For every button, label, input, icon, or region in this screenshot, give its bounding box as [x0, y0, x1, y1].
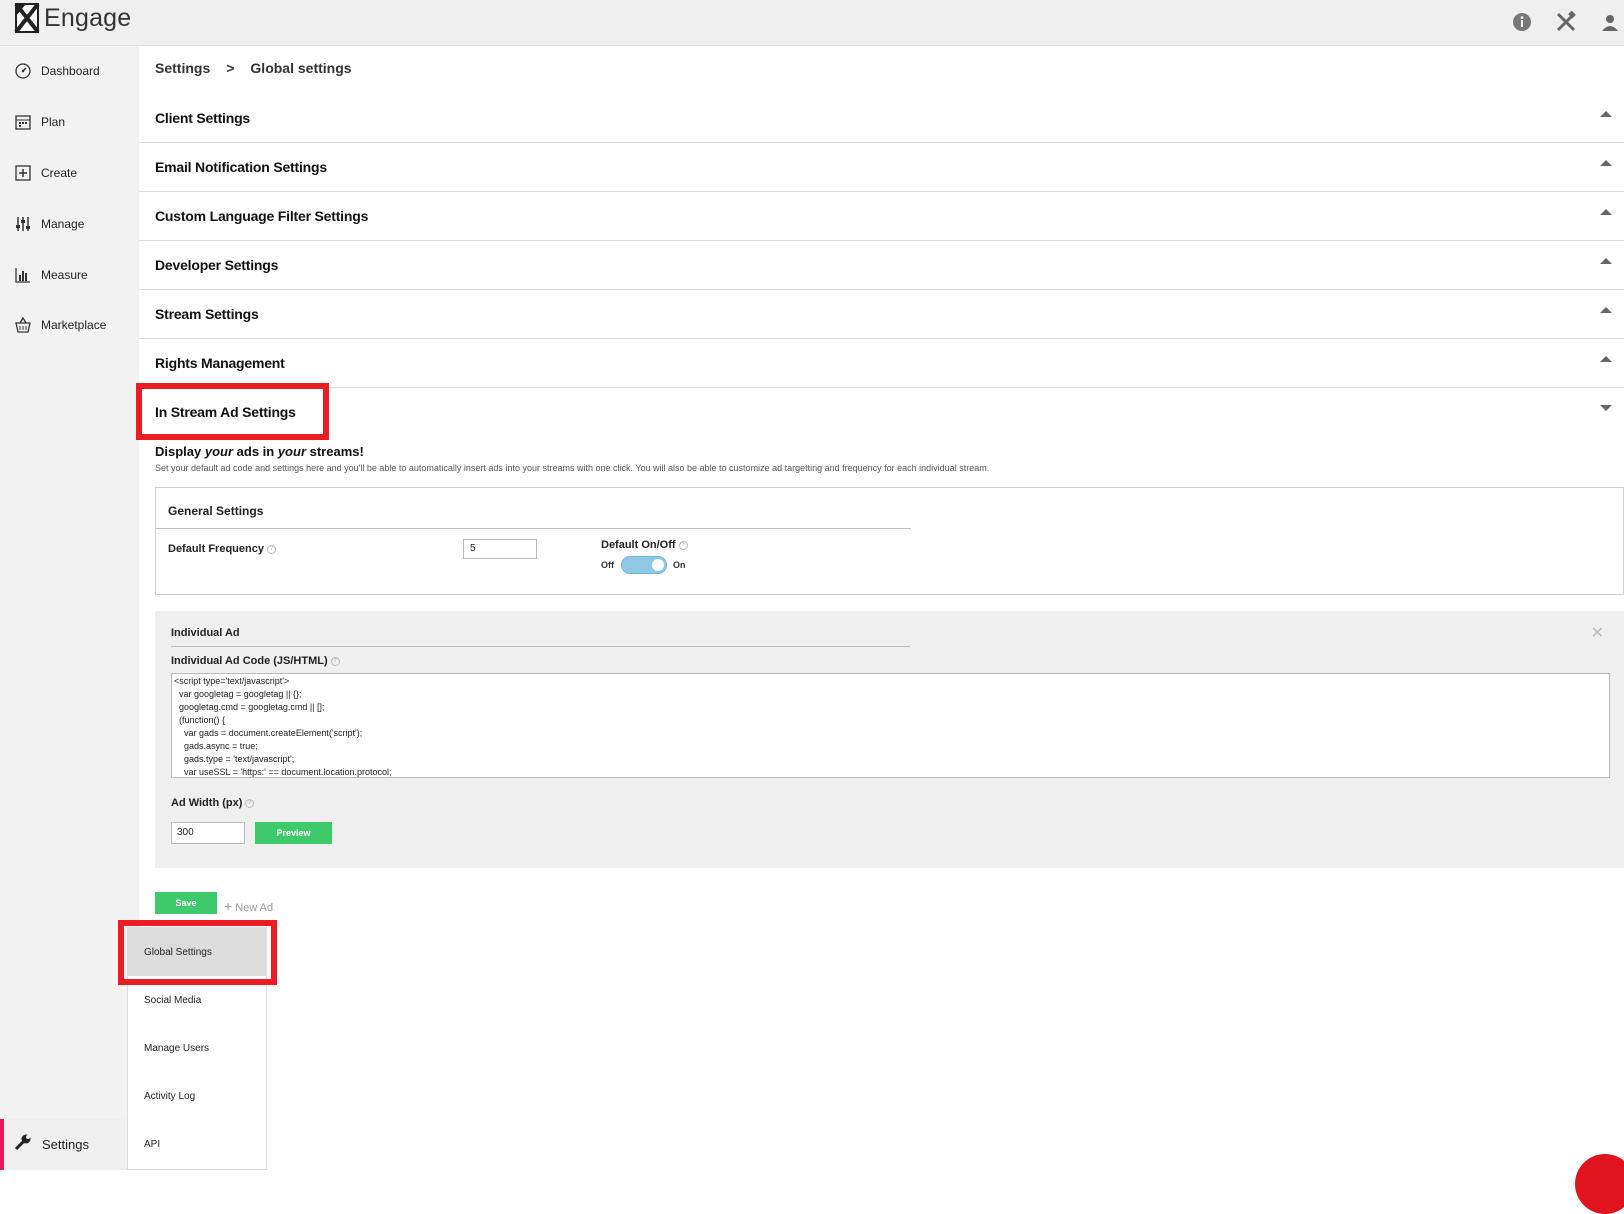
divider — [171, 646, 910, 647]
label-text: Ad Width (px) — [171, 797, 243, 809]
heading-emphasis: your — [204, 444, 234, 459]
section-rights-management[interactable]: Rights Management — [139, 339, 1624, 388]
sidebar-item-label: Settings — [42, 1137, 89, 1152]
sidebar-item-label: Marketplace — [41, 318, 107, 332]
toggle-off-label: Off — [601, 560, 614, 570]
submenu-item-manage-users[interactable]: Manage Users — [128, 1024, 266, 1072]
calendar-icon — [14, 113, 32, 131]
section-title: Client Settings — [155, 110, 251, 126]
new-ad-label: New Ad — [235, 902, 274, 914]
default-onoff-label: Default On/Off? — [601, 539, 688, 551]
general-settings-panel: General Settings Default Frequency? 5 De… — [155, 487, 1624, 595]
engage-logo-icon — [14, 2, 40, 34]
highlight-annotation — [136, 383, 329, 440]
sliders-icon — [14, 215, 32, 233]
ad-width-label: Ad Width (px)? — [171, 797, 255, 809]
default-frequency-input[interactable]: 5 — [463, 539, 537, 559]
help-icon[interactable]: ? — [245, 798, 255, 808]
sidebar-item-label: Create — [41, 166, 78, 180]
sidebar: Dashboard Plan Create Manage Measure Mar… — [0, 46, 139, 1170]
sidebar-item-measure[interactable]: Measure — [0, 260, 139, 290]
plus-icon: + — [224, 898, 233, 914]
section-email-notification-settings[interactable]: Email Notification Settings — [139, 143, 1624, 192]
section-title: Developer Settings — [155, 257, 279, 273]
info-icon[interactable] — [1508, 8, 1536, 36]
section-stream-settings[interactable]: Stream Settings — [139, 290, 1624, 339]
breadcrumb: Settings > Global settings — [155, 60, 352, 76]
toggle-knob — [652, 559, 664, 571]
sidebar-item-label: Manage — [41, 217, 85, 231]
bar-chart-icon — [14, 266, 32, 284]
sidebar-item-label: Dashboard — [41, 64, 100, 78]
individual-ad-panel: Individual Ad ✕ Individual Ad Code (JS/H… — [155, 611, 1624, 868]
sidebar-item-settings[interactable]: Settings — [0, 1119, 139, 1170]
label-text: Default On/Off — [601, 539, 676, 551]
ad-width-input[interactable]: 300 — [171, 822, 245, 844]
sidebar-item-marketplace[interactable]: Marketplace — [0, 310, 139, 340]
section-title: Custom Language Filter Settings — [155, 208, 369, 224]
caret-up-icon — [1600, 356, 1612, 362]
general-settings-title: General Settings — [168, 504, 264, 518]
caret-up-icon — [1600, 160, 1612, 166]
section-in-stream-ad-settings[interactable]: In Stream Ad Settings — [139, 388, 1624, 437]
ad-settings-heading: Display your ads in your streams! — [155, 444, 364, 459]
section-title: Stream Settings — [155, 306, 259, 322]
sidebar-item-create[interactable]: Create — [0, 158, 139, 188]
caret-up-icon — [1600, 209, 1612, 215]
divider — [156, 528, 911, 529]
top-bar: Engage — [0, 0, 1624, 46]
breadcrumb-root[interactable]: Settings — [155, 60, 210, 76]
caret-up-icon — [1600, 258, 1612, 264]
user-icon[interactable] — [1596, 8, 1624, 36]
help-icon[interactable]: ? — [330, 656, 340, 666]
dashboard-icon — [14, 62, 32, 80]
label-text: Individual Ad Code (JS/HTML) — [171, 655, 328, 667]
preview-button[interactable]: Preview — [255, 822, 332, 844]
help-icon[interactable]: ? — [678, 540, 688, 550]
section-custom-language-filter-settings[interactable]: Custom Language Filter Settings — [139, 192, 1624, 241]
sidebar-item-dashboard[interactable]: Dashboard — [0, 56, 139, 86]
breadcrumb-current: Global settings — [250, 60, 352, 76]
sidebar-item-label: Measure — [41, 268, 88, 282]
engage-logo[interactable]: Engage — [14, 2, 131, 34]
ad-code-label: Individual Ad Code (JS/HTML)? — [171, 655, 340, 667]
label-text: Default Frequency — [168, 543, 264, 555]
breadcrumb-separator: > — [226, 60, 235, 76]
caret-up-icon — [1600, 307, 1612, 313]
individual-ad-title: Individual Ad — [171, 627, 240, 639]
submenu-item-activity-log[interactable]: Activity Log — [128, 1072, 266, 1120]
heading-text: Display — [155, 444, 205, 459]
ad-code-textarea[interactable]: <script type='text/javascript'> var goog… — [171, 673, 1610, 778]
ad-settings-subtitle: Set your default ad code and settings he… — [155, 463, 990, 473]
section-developer-settings[interactable]: Developer Settings — [139, 241, 1624, 290]
sidebar-item-label: Plan — [41, 115, 66, 129]
chat-button[interactable] — [1575, 1154, 1624, 1214]
default-frequency-label: Default Frequency? — [168, 543, 276, 555]
default-onoff-toggle[interactable] — [621, 556, 667, 574]
sidebar-item-manage[interactable]: Manage — [0, 209, 139, 239]
toggle-on-label: On — [673, 560, 686, 570]
submenu-item-api[interactable]: API — [128, 1120, 266, 1168]
caret-down-icon — [1600, 405, 1612, 411]
heading-emphasis: your — [277, 444, 306, 459]
section-client-settings[interactable]: Client Settings — [139, 94, 1624, 143]
app-title: Engage — [44, 3, 132, 32]
section-title: Rights Management — [155, 355, 285, 371]
heading-text: ads in — [233, 444, 278, 459]
highlight-annotation — [118, 920, 277, 985]
heading-text: streams! — [306, 444, 364, 459]
wrench-icon — [14, 1133, 32, 1156]
sidebar-item-plan[interactable]: Plan — [0, 107, 139, 137]
plus-square-icon — [14, 164, 32, 182]
caret-up-icon — [1600, 111, 1612, 117]
save-button[interactable]: Save — [155, 892, 217, 914]
new-ad-button[interactable]: + New Ad — [224, 898, 273, 914]
close-icon[interactable]: ✕ — [1591, 623, 1604, 643]
help-icon[interactable]: ? — [266, 544, 276, 554]
basket-icon — [14, 316, 32, 334]
tools-icon[interactable] — [1552, 8, 1580, 36]
section-title: Email Notification Settings — [155, 159, 327, 175]
